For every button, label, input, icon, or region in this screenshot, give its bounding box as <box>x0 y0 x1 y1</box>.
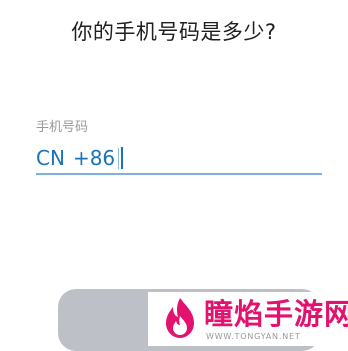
phone-field-label: 手机号码 <box>36 120 89 135</box>
dial-code: +86 <box>72 146 116 170</box>
input-separator <box>118 147 120 169</box>
watermark-brand: 瞳焰手游网 <box>204 297 348 331</box>
country-code-selector[interactable]: CN <box>36 146 65 170</box>
phone-input-row[interactable]: CN +86 <box>36 143 147 173</box>
phone-number-input[interactable] <box>126 145 147 171</box>
flame-logo-icon <box>166 298 194 338</box>
phone-entry-screen: 你的手机号码是多少? 手机号码 CN +86 瞳焰手游网 WWW.TONGYAN… <box>0 0 348 351</box>
watermark: 瞳焰手游网 WWW.TONGYAN.NET <box>148 292 348 346</box>
phone-field-underline <box>36 173 322 175</box>
watermark-url: WWW.TONGYAN.NET <box>206 332 301 341</box>
page-title: 你的手机号码是多少? <box>71 20 277 44</box>
text-cursor <box>121 147 124 169</box>
